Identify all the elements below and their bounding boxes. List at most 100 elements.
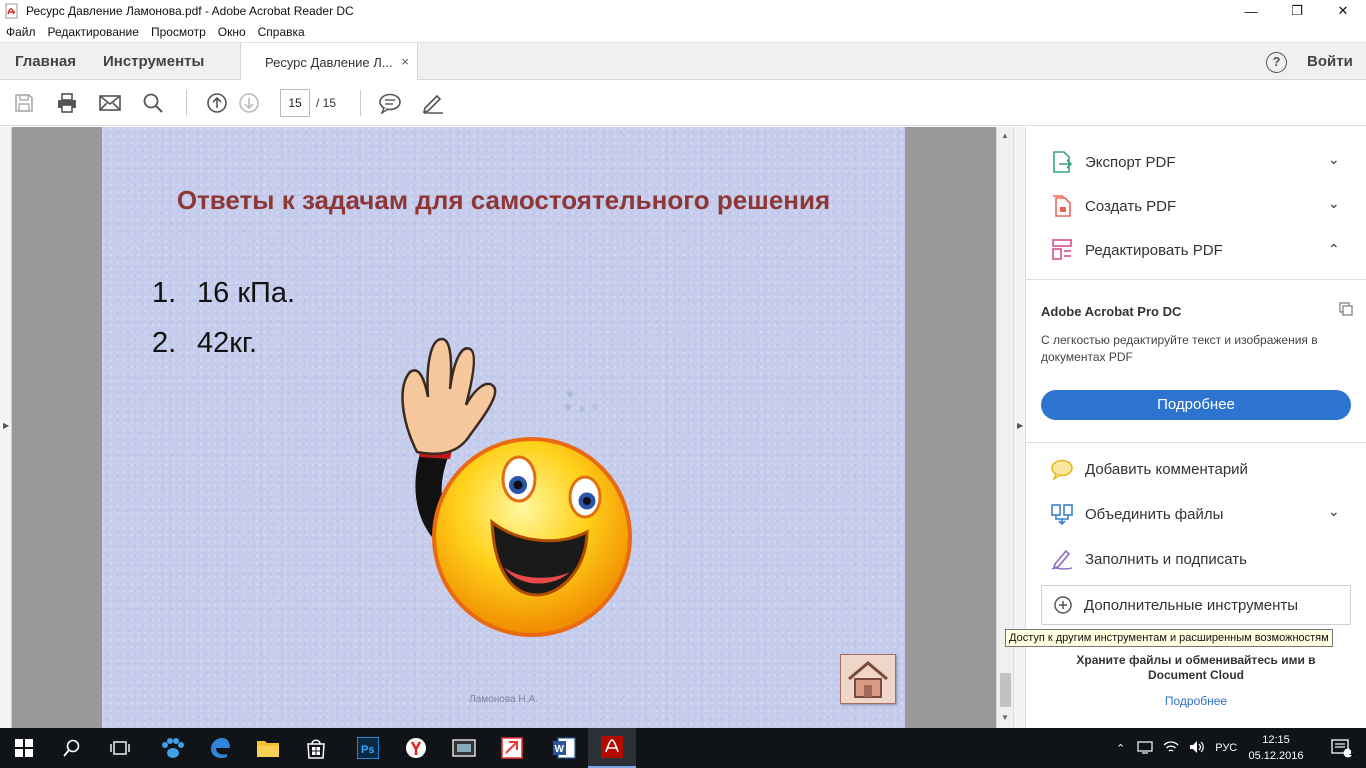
copy-icon[interactable] [1338,301,1354,320]
tool-combine-files[interactable]: Объединить файлы [1050,501,1223,527]
answer-number: 2. [152,327,177,359]
taskbar: Ps W ⌃ РУС 12:15 05.12.2016 1 [0,728,1366,768]
network-icon[interactable] [1137,740,1153,757]
answer-text: 16 кПа. [197,277,296,309]
waving-smiley-image [401,337,632,637]
tab-home[interactable]: Главная [15,43,76,80]
clock[interactable]: 12:15 05.12.2016 [1246,732,1306,764]
tab-bar: Главная Инструменты Ресурс Давление Л...… [0,42,1366,81]
page-footer: Ламонова Н.А. [469,694,538,705]
chevron-down-icon[interactable]: ⌄ [1328,195,1340,212]
cloud-learn-more-link[interactable]: Подробнее [1026,694,1366,708]
edge-icon[interactable] [196,728,244,768]
print-icon[interactable] [55,91,79,115]
tool-label: Добавить комментарий [1085,460,1248,478]
signin-button[interactable]: Войти [1307,43,1353,80]
document-area: ▶ Ответы к задачам для самостоятельного … [0,127,1013,728]
left-pane-toggle[interactable]: ▶ [0,127,12,728]
tool-fill-sign[interactable]: Заполнить и подписать [1050,546,1247,572]
export-pdf-icon [1050,150,1074,174]
tab-document-label: Ресурс Давление Л... [265,54,393,70]
svg-text:W: W [555,744,565,755]
tool-add-comment[interactable]: Добавить комментарий [1050,456,1248,482]
menu-file[interactable]: Файл [6,25,36,39]
pro-description: С легкостью редактируйте текст и изображ… [1041,333,1318,364]
system-tray: ⌃ РУС [1116,728,1237,768]
window-title: Ресурс Давление Ламонова.pdf - Adobe Acr… [26,4,354,18]
word-icon[interactable]: W [540,728,588,768]
acrobat-reader-icon[interactable] [588,728,636,768]
tab-document[interactable]: Ресурс Давление Л... × [240,43,418,81]
answer-number: 1. [152,277,177,309]
combine-files-icon [1050,502,1074,526]
toolbar-separator [360,90,361,116]
tool-create-pdf[interactable]: Создать PDF [1050,193,1176,219]
tool-export-pdf[interactable]: Экспорт PDF [1050,149,1176,175]
page-down-icon[interactable] [237,91,261,115]
menu-bar: Файл Редактирование Просмотр Окно Справк… [0,22,1366,42]
page-number-input[interactable]: 15 [280,89,310,117]
explorer-icon[interactable] [244,728,292,768]
store-icon[interactable] [292,728,340,768]
more-tools-label: Дополнительные инструменты [1084,596,1299,614]
help-icon[interactable]: ? [1266,52,1287,73]
fill-sign-icon [1050,547,1074,571]
tab-tools[interactable]: Инструменты [103,43,204,80]
save-icon[interactable] [12,91,36,115]
photoshop-icon[interactable]: Ps [344,728,392,768]
maximize-button[interactable]: ❐ [1274,0,1320,22]
tool-label: Заполнить и подписать [1085,550,1247,568]
answer-item: 2. 42кг. [152,327,257,360]
menu-view[interactable]: Просмотр [151,25,206,39]
media-icon[interactable] [440,728,488,768]
close-button[interactable]: ✕ [1320,0,1366,22]
search-icon[interactable] [141,91,165,115]
menu-help[interactable]: Справка [258,25,305,39]
learn-more-button[interactable]: Подробнее [1041,390,1351,420]
scroll-thumb[interactable] [1000,673,1011,707]
scroll-up-icon[interactable]: ▲ [1001,131,1009,140]
document-cloud-text: Храните файлы и обменивайтесь ими в Docu… [1026,653,1366,683]
toolbar [0,80,1366,126]
create-pdf-icon [1050,194,1074,218]
task-view-icon[interactable] [96,728,144,768]
language-indicator[interactable]: РУС [1215,742,1237,754]
tool-edit-pdf[interactable]: Редактировать PDF [1050,237,1223,263]
tooltip: Доступ к другим инструментам и расширенн… [1005,629,1333,647]
scroll-down-icon[interactable]: ▼ [1001,713,1009,722]
minimize-button[interactable]: — [1228,0,1274,22]
clock-date: 05.12.2016 [1248,750,1304,762]
pdf-page: Ответы к задачам для самостоятельного ре… [102,127,905,728]
wifi-icon[interactable] [1163,740,1179,757]
chevron-down-icon[interactable]: ⌄ [1328,503,1340,520]
notifications-icon[interactable]: 1 [1318,728,1366,768]
more-tools-button[interactable]: Дополнительные инструменты [1041,585,1351,625]
paw-icon[interactable] [148,728,196,768]
yandex-icon[interactable] [392,728,440,768]
divider [1026,442,1366,443]
volume-icon[interactable] [1189,740,1205,757]
menu-window[interactable]: Окно [218,25,246,39]
page-up-icon[interactable] [205,91,229,115]
collapse-right-icon: ▶ [1017,421,1024,430]
divider [1026,279,1366,280]
tool-label: Создать PDF [1085,197,1177,215]
edit-pdf-icon [1050,238,1074,262]
menu-edit[interactable]: Редактирование [48,25,139,39]
cloud-text-line: Храните файлы и обменивайтесь ими в [1076,653,1316,667]
acrobat-pro-icon[interactable] [488,728,536,768]
title-bar: Ресурс Давление Ламонова.pdf - Adobe Acr… [0,0,1366,22]
mail-icon[interactable] [98,91,122,115]
acrobat-icon [4,3,20,19]
svg-text:Ps: Ps [361,744,374,756]
chevron-up-icon[interactable]: ⌃ [1116,742,1125,755]
windows-start-icon[interactable] [0,728,48,768]
comment-icon[interactable] [378,91,402,115]
search-icon[interactable] [48,728,96,768]
tab-close-icon[interactable]: × [401,54,409,69]
chevron-up-icon[interactable]: ⌃ [1328,241,1340,258]
cloud-text-line: Document Cloud [1148,668,1244,682]
plus-circle-icon [1054,596,1072,614]
chevron-down-icon[interactable]: ⌄ [1328,151,1340,168]
sign-icon[interactable] [421,91,445,115]
